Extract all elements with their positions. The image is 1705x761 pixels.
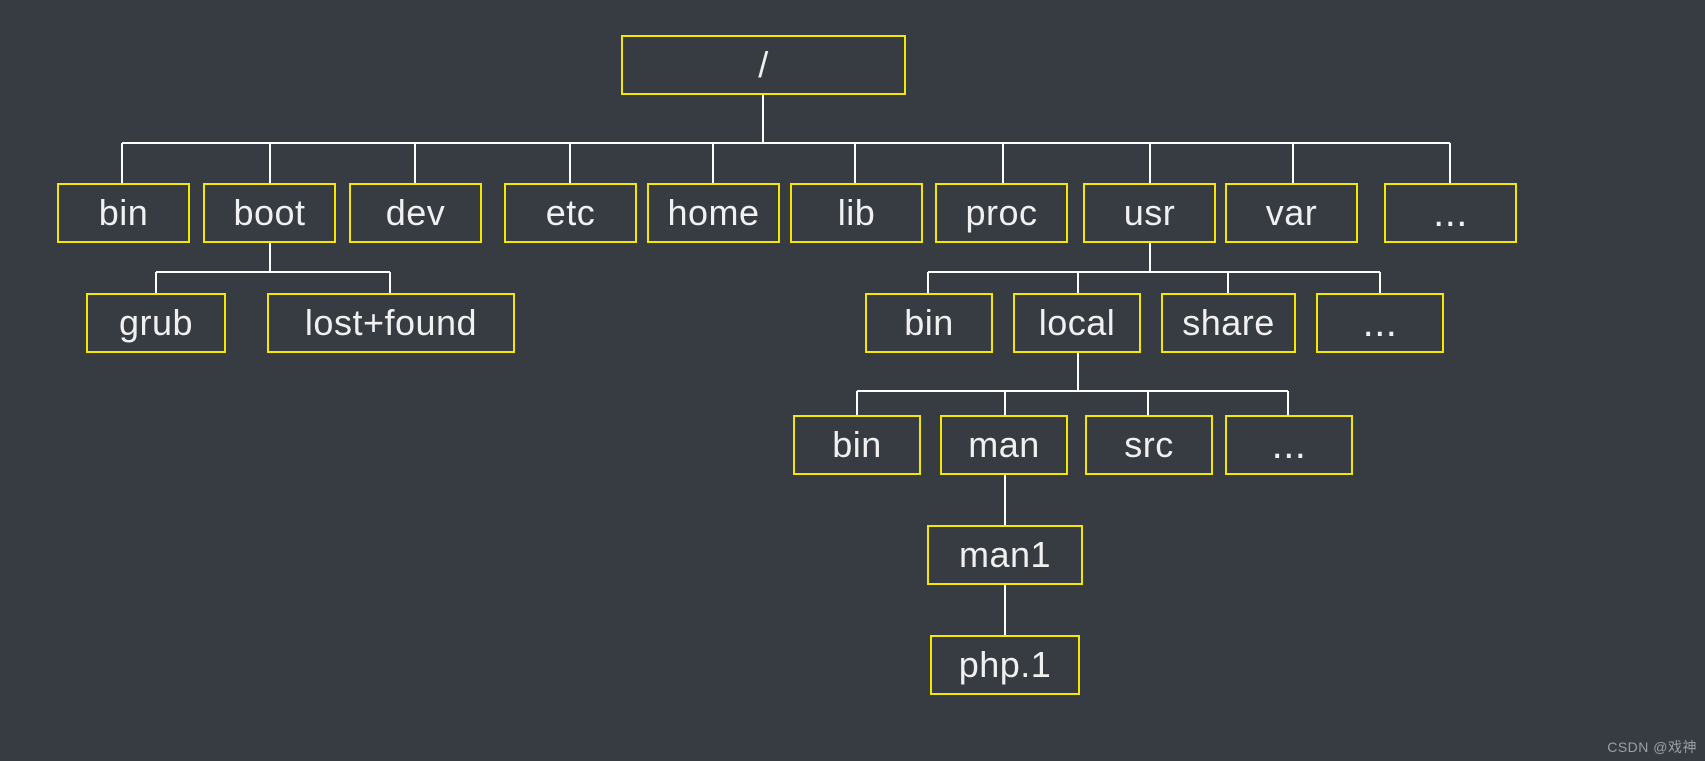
diagram-stage: { "diagram_type": "filesystem-tree", "ro…	[0, 0, 1705, 761]
node-usr: usr	[1083, 183, 1216, 243]
node-usr-more: ...	[1316, 293, 1444, 353]
node-var: var	[1225, 183, 1358, 243]
node-usr-bin: bin	[865, 293, 993, 353]
node-usr-share: share	[1161, 293, 1296, 353]
node-lib: lib	[790, 183, 923, 243]
node-local-man: man	[940, 415, 1068, 475]
node-local-bin: bin	[793, 415, 921, 475]
node-local-src: src	[1085, 415, 1213, 475]
node-root: /	[621, 35, 906, 95]
node-boot: boot	[203, 183, 336, 243]
node-etc: etc	[504, 183, 637, 243]
node-home: home	[647, 183, 780, 243]
watermark: CSDN @戏神	[1607, 737, 1697, 757]
node-dev: dev	[349, 183, 482, 243]
node-bin: bin	[57, 183, 190, 243]
connectors	[0, 0, 1705, 761]
node-php1: php.1	[930, 635, 1080, 695]
node-local-more: ...	[1225, 415, 1353, 475]
node-grub: grub	[86, 293, 226, 353]
node-lostfound: lost+found	[267, 293, 515, 353]
node-man1: man1	[927, 525, 1083, 585]
node-more-1: ...	[1384, 183, 1517, 243]
node-usr-local: local	[1013, 293, 1141, 353]
node-proc: proc	[935, 183, 1068, 243]
